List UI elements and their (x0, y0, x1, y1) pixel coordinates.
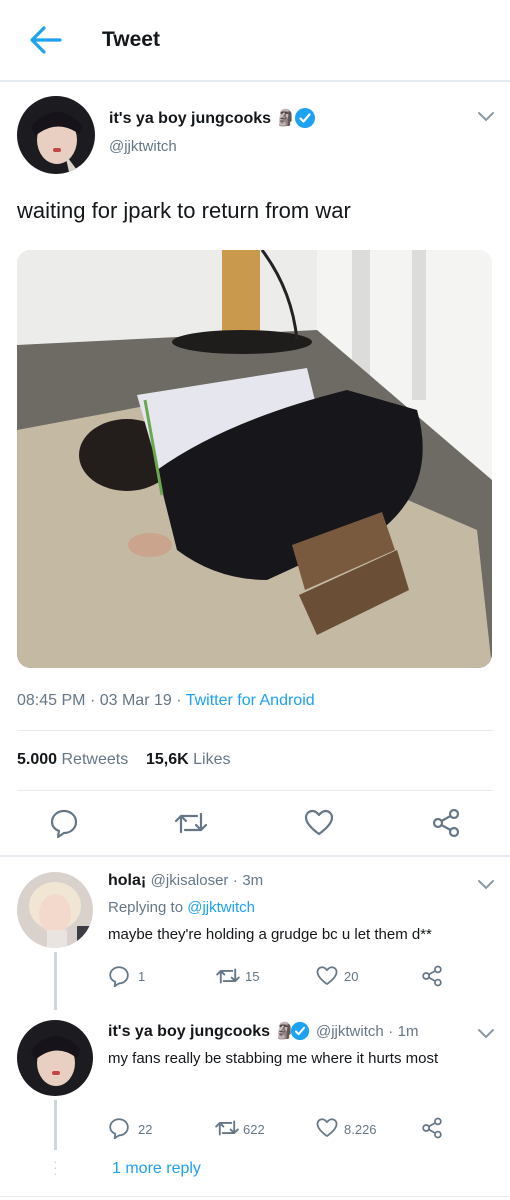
divider (17, 730, 493, 731)
divider (0, 855, 510, 857)
reply-time: 3m (242, 872, 264, 889)
reply-icon[interactable] (108, 1117, 130, 1139)
verified-badge-icon (290, 1021, 310, 1041)
back-button[interactable] (26, 22, 66, 58)
reply-count: 1 (138, 969, 146, 984)
replying-to: Replying to @jjktwitch (108, 899, 255, 916)
separator-dot: · (388, 1023, 394, 1040)
replying-to-link[interactable]: @jjktwitch (187, 899, 255, 916)
author-avatar[interactable] (17, 96, 95, 174)
reply-text: my fans really be stabbing me where it h… (108, 1050, 439, 1067)
reply-avatar[interactable] (17, 872, 93, 948)
reply-author-name[interactable]: it's ya boy jungcooks (108, 1023, 270, 1040)
retweet-count: 15 (245, 969, 260, 984)
divider (0, 1196, 510, 1197)
tweet-photo[interactable] (17, 250, 492, 668)
separator-dot: · (176, 692, 182, 709)
more-replies-link[interactable]: 1 more reply (112, 1160, 201, 1178)
reply-author-name[interactable]: hola¡ (108, 872, 146, 889)
retweet-icon[interactable] (215, 965, 241, 987)
like-count: 20 (344, 969, 359, 984)
reply-header: hola¡ @jkisaloser · 3m (108, 872, 263, 890)
thread-dots: · · · (53, 1153, 58, 1181)
thread-line (54, 1100, 57, 1150)
heart-icon[interactable] (316, 1117, 338, 1139)
separator-dot: · (232, 872, 238, 889)
reply-text: maybe they're holding a grudge bc u let … (108, 926, 432, 943)
author-handle[interactable]: @jjktwitch (109, 138, 177, 155)
reply-author-handle[interactable]: @jjktwitch (316, 1023, 384, 1040)
reply-meta: @jjktwitch · 1m (316, 1023, 418, 1041)
heart-icon[interactable] (304, 808, 334, 838)
likes-stat[interactable]: 15,6K Likes (146, 751, 231, 768)
reply-icon[interactable] (108, 965, 130, 987)
retweets-label: Retweets (61, 751, 129, 768)
retweets-count: 5.000 (17, 751, 58, 768)
share-icon[interactable] (421, 1117, 443, 1139)
tweet-timestamp: 08:45 PM · 03 Mar 19 · Twitter for Andro… (17, 692, 315, 710)
chevron-down-icon[interactable] (476, 1027, 496, 1041)
reply-author-handle[interactable]: @jkisaloser (151, 872, 229, 889)
author-name-text: it's ya boy jungcooks (109, 110, 272, 127)
share-icon[interactable] (421, 965, 443, 987)
thread-line (54, 952, 57, 1010)
replying-to-prefix: Replying to (108, 899, 184, 916)
tweet-text: waiting for jpark to return from war (17, 198, 351, 223)
reply-avatar[interactable] (17, 1020, 93, 1096)
reply-icon[interactable] (49, 808, 79, 838)
tweet-date: 03 Mar 19 (99, 692, 172, 709)
reply-time: 1m (397, 1023, 419, 1040)
moai-emoji: 🗿 (275, 110, 296, 127)
verified-badge-icon (295, 108, 315, 128)
heart-icon[interactable] (316, 965, 338, 987)
tweet-time: 08:45 PM (17, 692, 86, 709)
share-icon[interactable] (431, 808, 461, 838)
likes-count: 15,6K (145, 751, 189, 768)
retweet-icon[interactable] (173, 808, 209, 838)
reply-header: it's ya boy jungcooks 🗿 (108, 1021, 294, 1041)
chevron-down-icon[interactable] (476, 110, 496, 124)
reply-count: 22 (138, 1122, 153, 1137)
like-count: 8.226 (344, 1122, 377, 1137)
author-name[interactable]: it's ya boy jungcooks 🗿 (109, 108, 295, 128)
retweet-count: 622 (243, 1122, 265, 1137)
tweet-source-link[interactable]: Twitter for Android (186, 692, 315, 709)
divider (17, 790, 493, 791)
page-title: Tweet (102, 28, 160, 51)
arrow-left-icon (30, 26, 62, 54)
separator-dot: · (89, 692, 96, 709)
likes-label: Likes (193, 751, 231, 768)
top-bar: Tweet (0, 0, 510, 82)
retweet-icon[interactable] (214, 1117, 240, 1139)
tweet-stats: 5.000 Retweets 15,6K Likes (17, 751, 231, 769)
chevron-down-icon[interactable] (476, 878, 496, 892)
retweets-stat[interactable]: 5.000 Retweets (17, 751, 128, 768)
